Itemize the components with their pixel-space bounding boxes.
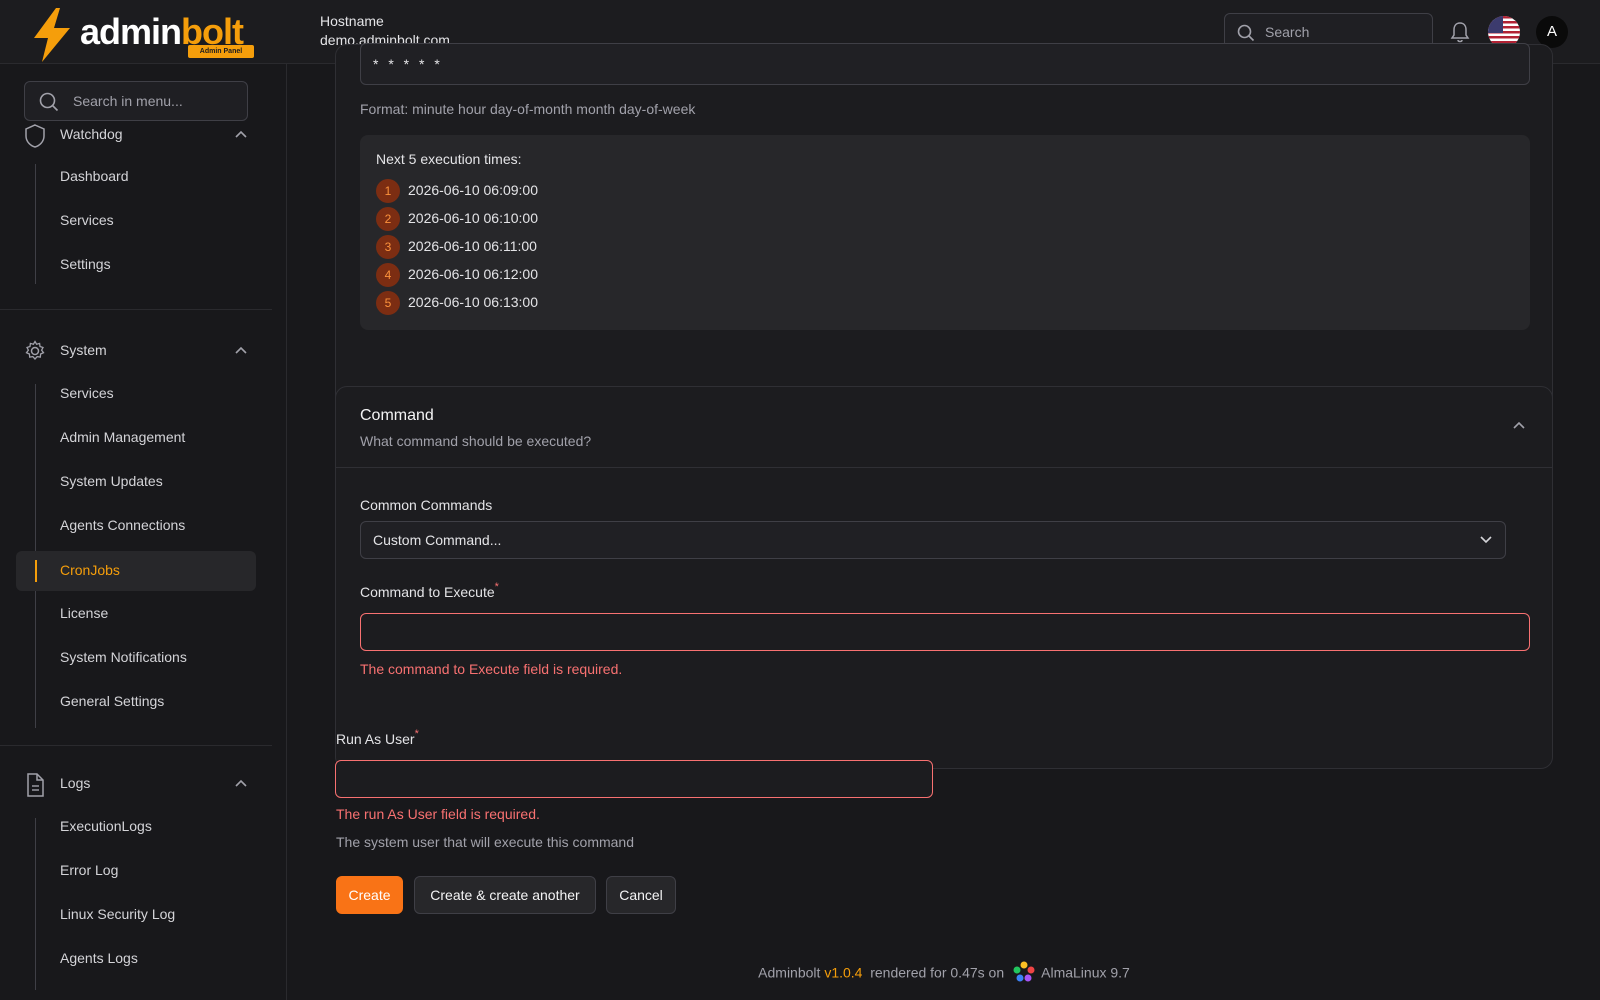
footer-version[interactable]: v1.0.4 xyxy=(824,965,862,981)
chevron-up-icon xyxy=(235,346,247,354)
run-as-user-field[interactable] xyxy=(335,760,933,798)
sidebar-group-logs[interactable]: Logs xyxy=(24,773,248,797)
search-icon xyxy=(39,92,59,112)
sidebar-item-agents-connections[interactable]: Agents Connections xyxy=(16,506,256,546)
execution-time: 2026-06-10 06:12:00 xyxy=(408,266,538,282)
execution-time: 2026-06-10 06:11:00 xyxy=(408,238,537,254)
sidebar-item-watchdog-services[interactable]: Services xyxy=(16,201,256,241)
required-asterisk: * xyxy=(414,728,419,740)
main-content: Format: minute hour day-of-month month d… xyxy=(288,43,1600,1000)
run-as-user-label: Run As User* xyxy=(336,728,419,747)
sidebar-group-watchdog[interactable]: Watchdog xyxy=(24,124,248,148)
sidebar: Watchdog Dashboard Services Settings Sys… xyxy=(0,64,287,1000)
menu-search[interactable] xyxy=(24,81,248,121)
cancel-button[interactable]: Cancel xyxy=(606,876,676,914)
command-subheading: What command should be executed? xyxy=(360,433,592,449)
adminbolt-logo[interactable]: adminbolt Admin Panel xyxy=(30,8,260,62)
chevron-up-icon[interactable] xyxy=(1512,420,1526,430)
sidebar-item-services[interactable]: Services xyxy=(16,374,256,414)
required-asterisk: * xyxy=(494,581,499,593)
footer-os: AlmaLinux 9.7 xyxy=(1041,964,1130,981)
command-to-execute-input[interactable] xyxy=(371,614,1481,650)
execution-index-badge: 4 xyxy=(376,263,400,287)
footer-render-time: rendered for 0.47s on xyxy=(870,964,1005,981)
lightning-bolt-icon xyxy=(34,8,70,62)
sidebar-item-linux-security-log[interactable]: Linux Security Log xyxy=(16,895,256,935)
command-card: Command What command should be executed?… xyxy=(335,386,1553,769)
execution-time: 2026-06-10 06:09:00 xyxy=(408,182,538,198)
command-heading: Command xyxy=(360,407,434,424)
sidebar-item-general-settings[interactable]: General Settings xyxy=(16,682,256,722)
execution-index-badge: 1 xyxy=(376,179,400,203)
sidebar-item-watchdog-dashboard[interactable]: Dashboard xyxy=(16,157,256,197)
schedule-card: Format: minute hour day-of-month month d… xyxy=(335,43,1553,427)
run-as-user-input[interactable] xyxy=(346,761,913,797)
execution-index-badge: 5 xyxy=(376,291,400,315)
almalinux-logo-icon xyxy=(1013,961,1035,982)
common-commands-label: Common Commands xyxy=(360,497,493,513)
footer: Adminbolt v1.0.4 rendered for 0.47s on A… xyxy=(288,961,1600,986)
hostname-label: Hostname xyxy=(320,13,384,29)
sidebar-item-error-log[interactable]: Error Log xyxy=(16,851,256,891)
active-indicator xyxy=(35,560,37,582)
sidebar-item-cronjobs[interactable]: CronJobs xyxy=(16,551,256,591)
sidebar-divider xyxy=(0,745,272,746)
sidebar-item-watchdog-settings[interactable]: Settings xyxy=(16,245,256,285)
create-another-button[interactable]: Create & create another xyxy=(414,876,596,914)
bell-icon[interactable] xyxy=(1450,21,1470,43)
execution-time: 2026-06-10 06:13:00 xyxy=(408,294,538,310)
execution-index-badge: 3 xyxy=(376,235,400,259)
chevron-up-icon xyxy=(235,779,247,787)
run-as-user-error: The run As User field is required. xyxy=(336,806,540,822)
execution-time: 2026-06-10 06:10:00 xyxy=(408,210,538,226)
common-commands-value: Custom Command... xyxy=(373,532,502,548)
cron-expression-input[interactable] xyxy=(373,44,1473,84)
document-icon xyxy=(27,773,44,797)
chevron-up-icon xyxy=(235,130,247,138)
sidebar-item-system-notifications[interactable]: System Notifications xyxy=(16,638,256,678)
sidebar-item-admin-management[interactable]: Admin Management xyxy=(16,418,256,458)
run-as-user-help: The system user that will execute this c… xyxy=(336,834,635,850)
command-to-execute-label: Command to Execute* xyxy=(360,581,499,600)
next-executions-panel: Next 5 execution times: 1 2026-06-10 06:… xyxy=(360,135,1530,330)
sidebar-item-execution-logs[interactable]: ExecutionLogs xyxy=(16,807,256,847)
common-commands-select[interactable]: Custom Command... xyxy=(360,521,1506,559)
sidebar-item-license[interactable]: License xyxy=(16,594,256,634)
sidebar-divider xyxy=(0,309,272,310)
command-to-execute-field[interactable] xyxy=(360,613,1530,651)
cron-format-hint: Format: minute hour day-of-month month d… xyxy=(360,101,696,117)
sidebar-item-system-updates[interactable]: System Updates xyxy=(16,462,256,502)
search-icon xyxy=(1237,24,1255,42)
sidebar-group-system[interactable]: System xyxy=(24,340,248,364)
cron-expression-field[interactable] xyxy=(360,43,1530,85)
footer-brand: Adminbolt xyxy=(758,964,821,981)
gear-icon xyxy=(25,340,45,360)
menu-search-input[interactable] xyxy=(73,82,243,120)
sidebar-item-agents-logs[interactable]: Agents Logs xyxy=(16,939,256,979)
chevron-down-icon xyxy=(1480,536,1492,544)
command-section-header[interactable]: Command What command should be executed? xyxy=(336,387,1552,468)
admin-panel-tag: Admin Panel xyxy=(188,45,254,58)
next-executions-title: Next 5 execution times: xyxy=(376,151,522,167)
shield-icon xyxy=(25,124,45,148)
create-button[interactable]: Create xyxy=(336,876,403,914)
command-error-message: The command to Execute field is required… xyxy=(360,661,623,677)
execution-index-badge: 2 xyxy=(376,207,400,231)
